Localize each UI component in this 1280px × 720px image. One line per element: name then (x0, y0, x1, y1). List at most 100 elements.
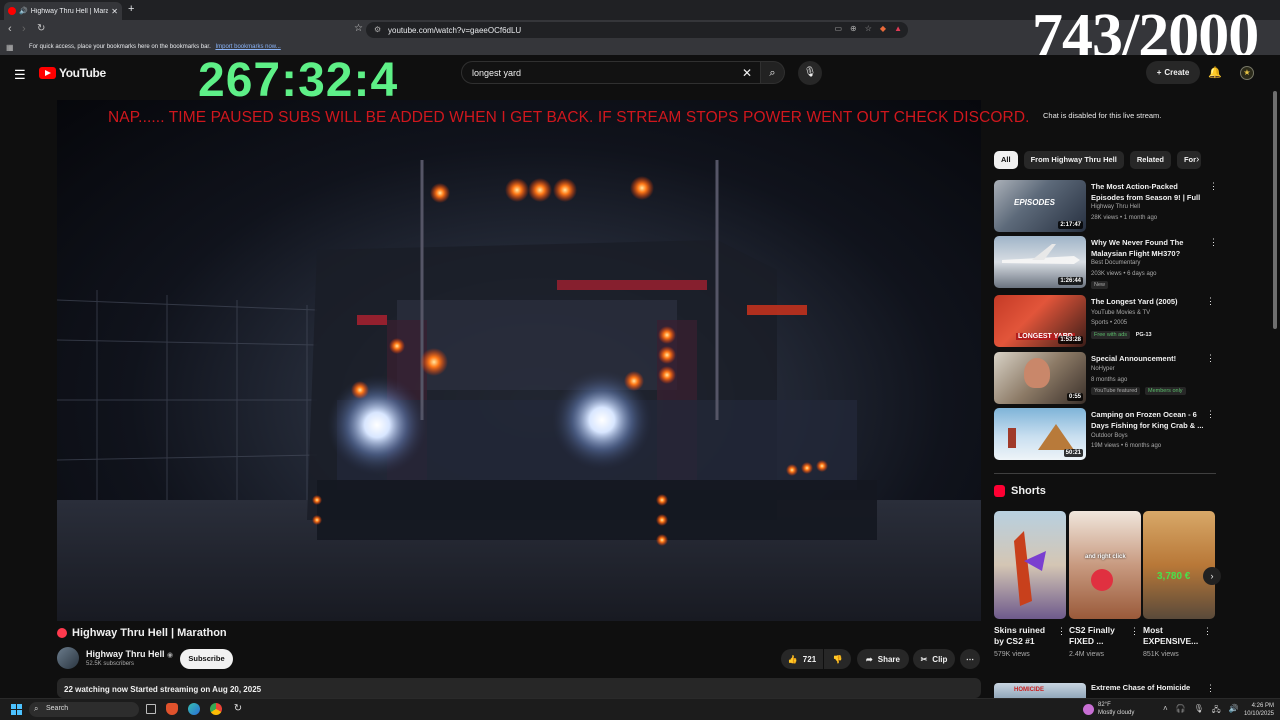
video-frame (57, 160, 981, 621)
site-info-icon[interactable]: ⚙ (374, 25, 381, 34)
apps-grid-icon[interactable]: ▦ (6, 43, 14, 52)
create-button[interactable]: + Create (1146, 61, 1200, 84)
import-bookmarks-link[interactable]: Import bookmarks now... (215, 44, 280, 50)
recommended-video[interactable]: 0:55 Special Announcement! NoHyper 8 mon… (994, 352, 1216, 404)
chrome-browser-icon[interactable] (210, 703, 222, 715)
channel-name: Highway Thru Hell (1091, 204, 1140, 210)
recommended-video[interactable]: 1:26:44 Why We Never Found The Malaysian… (994, 236, 1218, 289)
short-title[interactable]: CS2 Finally FIXED ... (1069, 625, 1129, 647)
short-thumbnail[interactable]: 3,780 € (1143, 511, 1215, 619)
short-title[interactable]: Most EXPENSIVE... (1143, 625, 1203, 647)
shorts-next-button[interactable]: › (1203, 567, 1221, 585)
clear-search-icon[interactable]: ✕ (742, 66, 752, 80)
channel-name[interactable]: Highway Thru Hell ◉ (86, 649, 173, 659)
recommended-video[interactable]: HOMICIDE Extreme Chase of Homicide ⋮ (994, 683, 1216, 699)
short-views: 2.4M views (1069, 651, 1105, 658)
chevron-up-icon[interactable]: ˄ (1163, 704, 1168, 718)
speaker-icon[interactable]: 🔊 (19, 7, 28, 15)
thumb-overlay-text: HOMICIDE (1014, 687, 1044, 693)
network-icon[interactable]: 🖧 (1212, 704, 1221, 718)
stream-timer: 267:32:4 (198, 54, 399, 107)
channel-name: YouTube Movies & TV (1091, 310, 1151, 316)
star-icon[interactable]: ☆ (865, 24, 872, 33)
recommended-video[interactable]: EPISODES 2:17:47 The Most Action-Packed … (994, 180, 1218, 232)
more-vertical-icon[interactable]: ⋮ (1206, 353, 1215, 364)
account-avatar[interactable]: ★ (1240, 66, 1254, 80)
more-vertical-icon[interactable]: ⋮ (1057, 626, 1066, 637)
chevron-right-icon[interactable]: › (1196, 154, 1199, 165)
video-thumbnail[interactable]: 1:26:44 (994, 236, 1086, 288)
youtube-logo[interactable]: YouTube (39, 66, 106, 80)
subscribe-button[interactable]: Subscribe (180, 649, 233, 669)
video-thumbnail[interactable]: 0:55 (994, 352, 1086, 404)
task-view-icon[interactable] (146, 704, 156, 714)
bookmark-icon[interactable]: ☆ (354, 23, 363, 34)
short-title[interactable]: Skins ruined by CS2 #1 (994, 625, 1054, 647)
more-vertical-icon[interactable]: ⋮ (1203, 626, 1212, 637)
forward-icon[interactable]: › (22, 23, 26, 35)
channel-name: NoHyper (1091, 366, 1115, 372)
taskbar-search[interactable]: ⌕ Search (29, 702, 139, 717)
short-caption: and right click (1085, 554, 1126, 560)
video-thumbnail[interactable]: HOMICIDE (994, 683, 1086, 699)
voice-search-button[interactable]: 🎙 (798, 61, 822, 85)
url-field[interactable]: ⚙ youtube.com/watch?v=gaeeOCf6dLU ▭ ⊕ ☆ … (366, 22, 908, 38)
dislike-button[interactable]: 👎 (824, 649, 851, 669)
chip-related[interactable]: Related (1129, 151, 1171, 169)
browser-tab[interactable]: 🔊 Highway Thru Hell | Marathon ✕ (4, 2, 122, 20)
zoom-icon[interactable]: ⊕ (850, 24, 857, 33)
short-thumbnail[interactable]: and right click (1069, 511, 1141, 619)
more-vertical-icon[interactable]: ⋮ (1206, 409, 1215, 420)
recommended-video[interactable]: 50:21 Camping on Frozen Ocean - 6 Days F… (994, 408, 1216, 460)
temperature: 82°F (1098, 702, 1111, 708)
video-title: The Most Action-Packed Episodes from Sea… (1091, 182, 1201, 202)
back-icon[interactable]: ‹ (8, 23, 12, 35)
channel-avatar[interactable] (57, 647, 79, 669)
more-vertical-icon[interactable]: ⋮ (1130, 626, 1139, 637)
microphone-icon[interactable]: 🎙 (1194, 704, 1204, 718)
live-indicator-icon (57, 628, 67, 638)
more-vertical-icon[interactable]: ⋮ (1209, 237, 1218, 248)
chip-all[interactable]: All (994, 151, 1018, 169)
share-button[interactable]: ➦ Share (857, 649, 909, 669)
channel-name-text: Highway Thru Hell (86, 649, 165, 659)
video-thumbnail[interactable]: EPISODES 2:17:47 (994, 180, 1086, 232)
short-thumbnail[interactable] (994, 511, 1066, 619)
description-box[interactable]: 22 watching now Started streaming on Aug… (57, 678, 981, 698)
short-views: 851K views (1143, 651, 1179, 658)
video-player[interactable] (57, 100, 981, 621)
reload-icon[interactable]: ↻ (37, 23, 45, 34)
recommended-video[interactable]: LONGEST YARD 1:53:28 The Longest Yard (2… (994, 295, 1216, 347)
windows-start-icon[interactable] (11, 704, 22, 715)
rewards-icon[interactable]: ▲ (894, 24, 902, 33)
more-actions-button[interactable]: ⋯ (960, 649, 980, 669)
filter-chips: All From Highway Thru Hell Related For (994, 151, 1201, 169)
brave-shield-icon[interactable]: ◆ (880, 24, 886, 33)
video-thumbnail[interactable]: 50:21 (994, 408, 1086, 460)
more-vertical-icon[interactable]: ⋮ (1206, 296, 1215, 307)
taskbar-clock[interactable]: 4:26 PM 10/10/2025 (1238, 702, 1274, 718)
clip-button[interactable]: ✂ Clip (913, 649, 955, 669)
chip-from-channel[interactable]: From Highway Thru Hell (1023, 151, 1124, 169)
search-input[interactable]: longest yard ✕ (461, 61, 761, 84)
members-only-badge: Members only (1145, 387, 1186, 395)
youtube-featured-badge: YouTube featured (1091, 387, 1141, 395)
page-scrollbar[interactable] (1273, 91, 1277, 329)
scissors-icon: ✂ (920, 654, 928, 664)
more-vertical-icon[interactable]: ⋮ (1209, 181, 1218, 192)
brave-browser-icon[interactable] (166, 703, 178, 715)
menu-icon[interactable]: ☰ (14, 67, 26, 83)
headset-icon[interactable]: 🎧 (1176, 704, 1186, 718)
more-vertical-icon[interactable]: ⋮ (1206, 683, 1215, 694)
new-tab-icon[interactable]: + (128, 3, 134, 15)
weather-condition: Mostly cloudy (1098, 710, 1135, 716)
close-tab-icon[interactable]: ✕ (111, 7, 118, 16)
cast-icon[interactable]: ▭ (834, 24, 842, 33)
video-thumbnail[interactable]: LONGEST YARD 1:53:28 (994, 295, 1086, 347)
like-button[interactable]: 👍 721 (781, 649, 823, 669)
bookmarks-prompt: For quick access, place your bookmarks h… (29, 44, 281, 50)
search-button[interactable]: ⌕ (761, 61, 785, 84)
notifications-bell-icon[interactable]: 🔔 (1208, 66, 1222, 79)
edge-browser-icon[interactable] (188, 703, 200, 715)
app-icon[interactable]: ↻ (232, 703, 244, 715)
